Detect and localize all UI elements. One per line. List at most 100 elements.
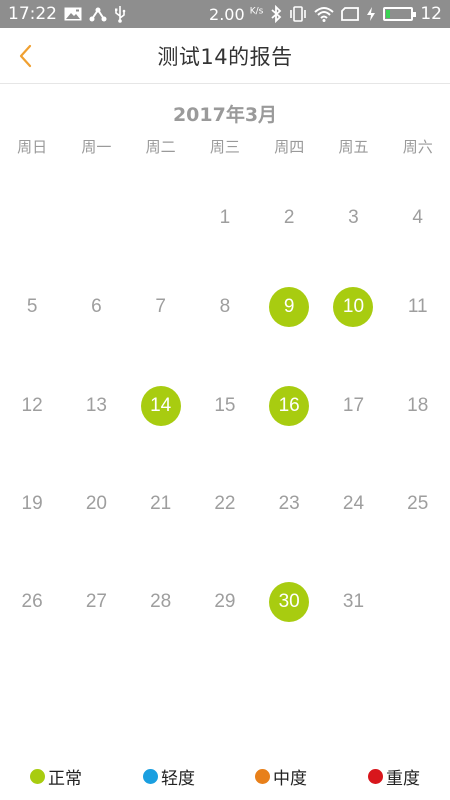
usb-icon [114,4,126,24]
day-cell[interactable]: 26 [0,553,64,651]
day-cell[interactable]: 11 [386,258,450,356]
day-cell[interactable]: 31 [321,553,385,651]
empty-day-cell [386,553,450,651]
day-cell[interactable]: 12 [0,357,64,455]
weekday-tue: 周二 [145,138,176,156]
day-cell[interactable]: 16 [257,357,321,455]
empty-day-cell [129,160,193,258]
day-number: 29 [214,591,236,613]
calendar: 2017年3月 周日 周一 周二 周三 周四 周五 周六 1 2 3 4 5 6 7 8 9 10… [0,84,450,744]
day-cell[interactable]: 24 [321,455,385,553]
week-row: 19 20 21 22 23 24 25 [0,455,450,553]
day-number: 25 [407,493,429,515]
day-cell[interactable]: 28 [129,553,193,651]
day-number: 13 [85,394,107,416]
day-cell[interactable]: 30 [257,553,321,651]
weekday-thu: 周四 [274,138,305,156]
legend-label-severe: 重度 [386,769,420,789]
legend: 正常 轻度 中度 重度 [0,758,450,792]
chevron-left-icon [19,44,32,68]
day-number: 10 [333,287,374,328]
day-cell[interactable]: 1 [193,160,257,258]
week-row: 5 6 7 8 9 10 11 [0,258,450,356]
day-cell[interactable]: 9 [257,258,321,356]
day-number: 22 [214,493,236,515]
day-cell[interactable]: 19 [0,455,64,553]
week-row: 1 2 3 4 [0,160,450,258]
day-number: 16 [269,385,310,426]
back-button[interactable] [8,38,44,74]
day-cell[interactable]: 18 [386,357,450,455]
day-cell[interactable]: 27 [64,553,128,651]
image-notification-icon [64,4,82,24]
empty-day-cell [64,160,128,258]
network-speed: 2.00 K/s [209,5,263,24]
weekday-wed: 周三 [209,138,240,156]
weekday-mon: 周一 [81,138,112,156]
day-cell[interactable]: 20 [64,455,128,553]
day-number: 4 [412,207,423,228]
day-number: 7 [155,296,166,318]
legend-item-moderate: 中度 [255,764,307,789]
weekday-sat: 周六 [402,138,433,156]
day-cell[interactable]: 15 [193,357,257,455]
empty-day-cell [0,160,64,258]
day-number: 14 [140,385,181,426]
legend-dot-normal [30,769,45,784]
day-number: 8 [219,296,231,318]
share-icon [89,4,107,24]
day-number: 19 [21,493,43,515]
day-number: 20 [85,493,107,515]
day-cell[interactable]: 14 [129,357,193,455]
day-cell[interactable]: 22 [193,455,257,553]
day-cell[interactable]: 29 [193,553,257,651]
network-speed-unit: K/s [249,6,264,17]
day-cell[interactable]: 5 [0,258,64,356]
day-number: 9 [269,287,310,328]
day-cell[interactable]: 8 [193,258,257,356]
battery-icon [383,7,417,21]
day-cell[interactable]: 17 [321,357,385,455]
day-number: 26 [21,591,43,613]
day-number: 30 [269,582,310,623]
legend-item-severe: 重度 [368,764,420,789]
day-number: 31 [342,591,365,613]
day-number: 28 [150,591,172,613]
day-number: 24 [342,493,365,515]
day-number: 21 [150,493,172,515]
day-number: 15 [214,394,236,416]
legend-dot-moderate [255,769,270,784]
day-number: 6 [91,296,102,318]
legend-item-normal: 正常 [30,764,82,789]
day-cell[interactable]: 2 [257,160,321,258]
legend-label-mild: 轻度 [161,769,195,789]
day-cell[interactable]: 25 [386,455,450,553]
week-row: 26 27 28 29 30 31 [0,553,450,651]
day-number: 1 [219,207,231,228]
weekday-header: 周日 周一 周二 周三 周四 周五 周六 [0,136,450,160]
status-bar-right: 2.00 K/s 12 [209,4,442,24]
day-number: 27 [85,591,107,613]
day-cell[interactable]: 13 [64,357,128,455]
day-cell[interactable]: 21 [129,455,193,553]
day-cell[interactable]: 6 [64,258,128,356]
week-row: 12 13 14 15 16 17 18 [0,357,450,455]
month-title: 2017年3月 [172,104,278,126]
bluetooth-icon [270,4,282,24]
day-cell[interactable]: 3 [321,160,385,258]
day-cell[interactable]: 23 [257,455,321,553]
day-cell[interactable]: 4 [386,160,450,258]
legend-label-normal: 正常 [48,769,82,789]
wifi-icon [314,4,335,24]
day-cell[interactable]: 7 [129,258,193,356]
weekday-fri: 周五 [338,138,369,156]
status-bar-left: 17:22 [8,4,126,24]
day-number: 2 [283,207,295,228]
day-cell[interactable]: 10 [321,258,385,356]
legend-dot-mild [143,769,158,784]
vibrate-icon [289,4,307,24]
day-number: 11 [407,296,428,318]
legend-dot-severe [368,769,383,784]
status-time: 17:22 [8,4,57,24]
battery-level: 12 [420,4,442,24]
